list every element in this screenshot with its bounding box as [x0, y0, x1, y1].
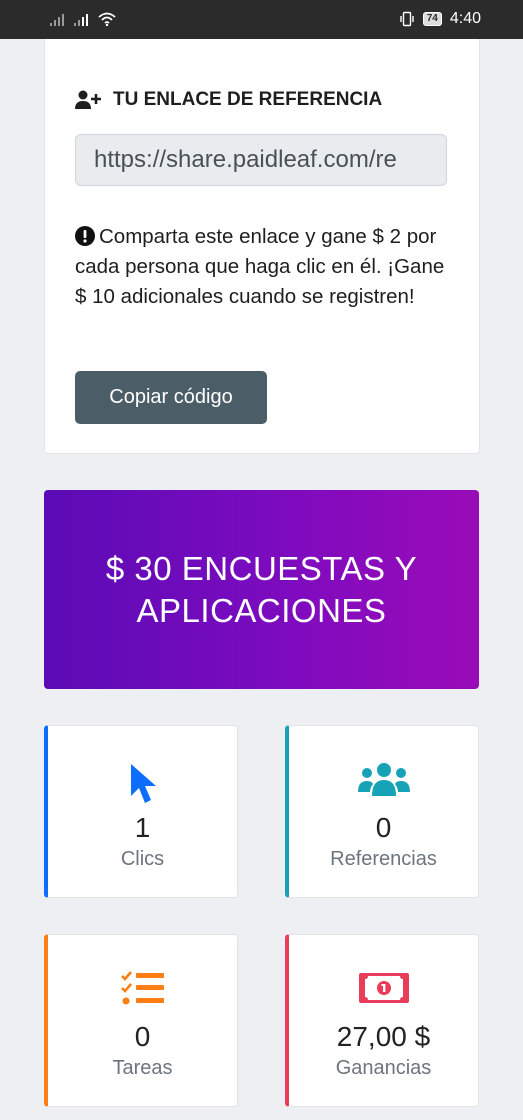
status-bar: 74 4:40: [0, 0, 523, 39]
tasks-icon: [120, 971, 164, 1005]
stat-label: Ganancias: [335, 1057, 432, 1079]
money-icon: [358, 973, 409, 1003]
vibrate-icon: [400, 11, 414, 27]
stat-card-tasks: 0 Tareas: [44, 934, 238, 1107]
cursor-icon: [130, 764, 156, 803]
referral-title-text: TU ENLACE DE REFERENCIA: [113, 89, 383, 110]
stat-value: 0: [375, 812, 392, 843]
exclamation-circle-icon: [75, 226, 95, 246]
battery-level: 74: [422, 12, 442, 26]
promo-banner[interactable]: $ 30 ENCUESTAS Y APLICACIONES: [44, 490, 479, 689]
referral-card: TU ENLACE DE REFERENCIA https://share.pa…: [44, 39, 480, 454]
stat-label: Clics: [120, 848, 165, 870]
referral-link-field[interactable]: https://share.paidleaf.com/re: [75, 134, 447, 186]
stat-card-clicks: 1 Clics: [44, 725, 238, 898]
signal-indicators: [50, 12, 116, 26]
signal-icon: [74, 12, 88, 26]
stat-label: Tareas: [112, 1057, 173, 1079]
stat-card-earnings: 27,00 $ Ganancias: [285, 934, 479, 1107]
user-plus-icon: [75, 90, 101, 109]
referral-note-text: Comparta este enlace y gane $ 2 por cada…: [75, 225, 445, 308]
referral-title: TU ENLACE DE REFERENCIA: [75, 89, 382, 111]
stat-value: 0: [134, 1021, 151, 1052]
stat-card-referrals: 0 Referencias: [285, 725, 479, 898]
stat-label: Referencias: [330, 848, 437, 870]
stat-value: 27,00 $: [336, 1021, 431, 1052]
status-right: 74 4:40: [399, 10, 481, 28]
promo-line-1: $ 30 ENCUESTAS Y: [105, 549, 418, 587]
referral-note: Comparta este enlace y gane $ 2 por cada…: [75, 222, 455, 312]
clock: 4:40: [449, 10, 481, 27]
promo-line-2: APLICACIONES: [136, 591, 387, 629]
signal-icon: [50, 12, 64, 26]
copy-code-button[interactable]: Copiar código: [75, 371, 267, 424]
stat-value: 1: [134, 812, 151, 843]
users-icon: [357, 763, 410, 796]
wifi-icon: [98, 12, 116, 26]
